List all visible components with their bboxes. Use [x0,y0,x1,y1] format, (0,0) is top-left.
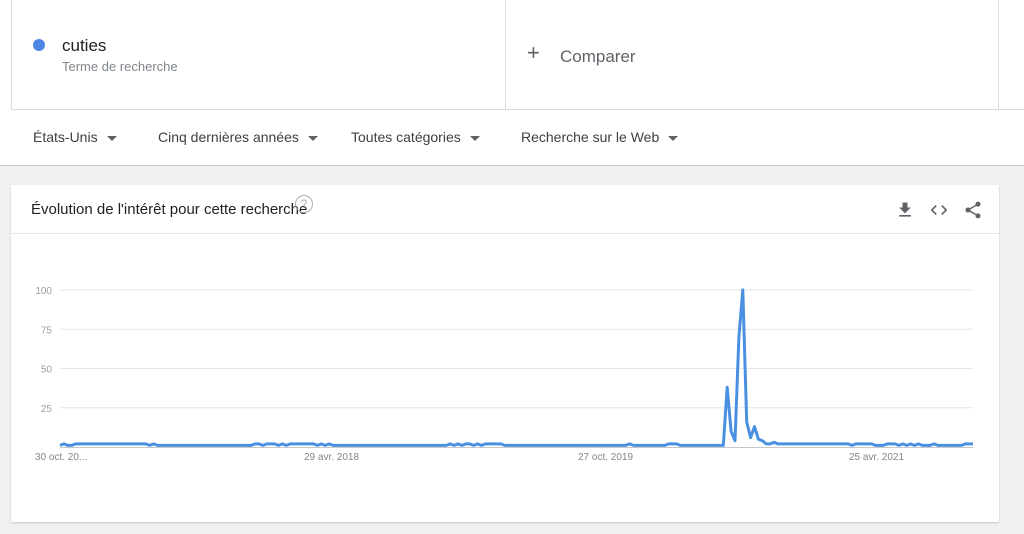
series-line [59,288,973,447]
filter-category[interactable]: Toutes catégories [351,129,480,145]
card-title: Évolution de l'intérêt pour cette recher… [31,201,308,218]
filter-search-type-label: Recherche sur le Web [521,129,660,145]
compare-button[interactable]: + Comparer [505,0,999,110]
compare-label: Comparer [560,47,636,66]
filter-region-label: États-Unis [33,129,98,145]
search-term-type: Terme de recherche [62,59,178,74]
y-tick-label: 100 [35,286,52,297]
filter-time-range[interactable]: Cinq dernières années [158,129,318,145]
card-header: Évolution de l'intérêt pour cette recher… [11,185,999,234]
dropdown-caret-icon [307,135,318,141]
interest-chart: 25 50 75 100 30 oct. 20... 29 avr. 2018 27 oct… [35,286,973,463]
dropdown-caret-icon [668,135,679,141]
x-tick-label: 27 oct. 2019 [578,452,633,463]
search-term-label[interactable]: cuties [62,36,106,56]
y-tick-label: 50 [41,365,53,376]
share-icon[interactable] [963,200,983,220]
filter-region[interactable]: États-Unis [33,129,117,145]
search-term-card[interactable]: cuties Terme de recherche [11,0,506,110]
header-panel: cuties Terme de recherche + Comparer Éta… [0,0,1024,166]
dropdown-caret-icon [106,135,117,141]
filter-time-range-label: Cinq dernières années [158,129,299,145]
y-tick-label: 75 [41,325,53,336]
download-icon[interactable] [895,200,915,220]
interest-over-time-card: Évolution de l'intérêt pour cette recher… [11,185,999,522]
help-icon[interactable]: ? [295,195,313,213]
embed-icon[interactable] [929,200,949,220]
x-tick-label: 29 avr. 2018 [304,452,359,463]
x-tick-label: 25 avr. 2021 [849,452,904,463]
filter-search-type[interactable]: Recherche sur le Web [521,129,679,145]
x-tick-label: 30 oct. 20... [35,452,87,463]
dropdown-caret-icon [469,135,480,141]
plus-icon: + [527,40,540,65]
term-color-dot [33,39,45,51]
y-tick-label: 25 [41,404,53,415]
filter-category-label: Toutes catégories [351,129,461,145]
card-strip [999,0,1024,110]
